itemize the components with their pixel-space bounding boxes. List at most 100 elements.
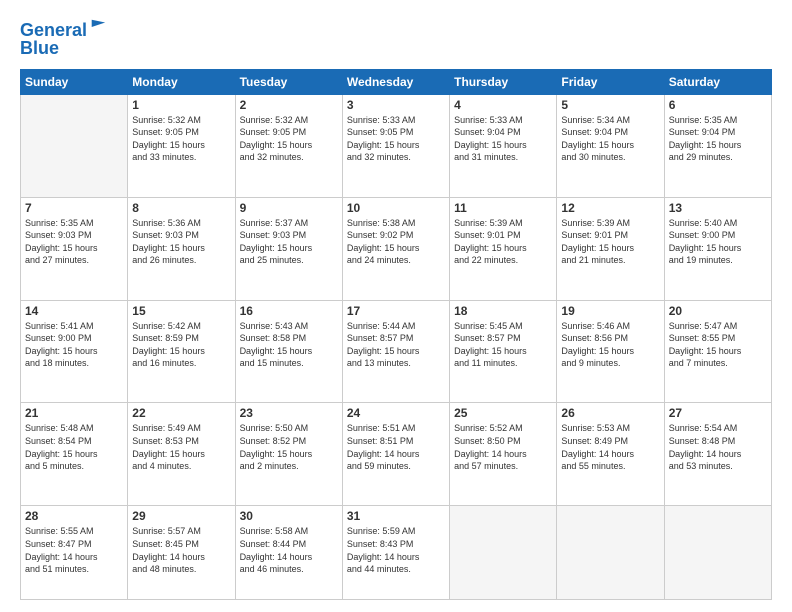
week-row-1: 1 Sunrise: 5:32 AM Sunset: 9:05 PM Daylig… — [21, 94, 772, 197]
day-number: 25 — [454, 406, 552, 420]
calendar-cell — [21, 94, 128, 197]
calendar-cell: 31Sunrise: 5:59 AM Sunset: 8:43 PM Dayli… — [342, 506, 449, 600]
day-number: 12 — [561, 201, 659, 215]
day-info: Sunrise: 5:36 AM Sunset: 9:03 PM Dayligh… — [132, 217, 230, 267]
calendar-cell: 8 Sunrise: 5:36 AM Sunset: 9:03 PM Daylig… — [128, 197, 235, 300]
day-number: 18 — [454, 304, 552, 318]
weekday-header-row: SundayMondayTuesdayWednesdayThursdayFrid… — [21, 69, 772, 94]
calendar-cell: 9 Sunrise: 5:37 AM Sunset: 9:03 PM Daylig… — [235, 197, 342, 300]
calendar-table: SundayMondayTuesdayWednesdayThursdayFrid… — [20, 69, 772, 600]
calendar-cell: 5Sunrise: 5:34 AM Sunset: 9:04 PM Daylig… — [557, 94, 664, 197]
calendar-cell: 12 Sunrise: 5:39 AM Sunset: 9:01 PM Dayli… — [557, 197, 664, 300]
day-info: Sunrise: 5:34 AM Sunset: 9:04 PM Dayligh… — [561, 114, 659, 164]
calendar-cell: 27Sunrise: 5:54 AM Sunset: 8:48 PM Dayli… — [664, 403, 771, 506]
day-info: Sunrise: 5:39 AM Sunset: 9:01 PM Dayligh… — [561, 217, 659, 267]
day-info: Sunrise: 5:37 AM Sunset: 9:03 PM Dayligh… — [240, 217, 338, 267]
day-info: Sunrise: 5:39 AM Sunset: 9:01 PM Dayligh… — [454, 217, 552, 267]
day-number: 26 — [561, 406, 659, 420]
calendar-cell: 14 Sunrise: 5:41 AM Sunset: 9:00 PM Dayli… — [21, 300, 128, 403]
day-number: 23 — [240, 406, 338, 420]
day-info: Sunrise: 5:35 AM Sunset: 9:04 PM Dayligh… — [669, 114, 767, 164]
week-row-5: 28 Sunrise: 5:55 AM Sunset: 8:47 PM Dayli… — [21, 506, 772, 600]
calendar-cell: 18 Sunrise: 5:45 AM Sunset: 8:57 PM Dayli… — [450, 300, 557, 403]
day-info: Sunrise: 5:38 AM Sunset: 9:02 PM Dayligh… — [347, 217, 445, 267]
day-number: 24 — [347, 406, 445, 420]
logo-area: General Blue — [20, 18, 107, 59]
day-info: Sunrise: 5:49 AM Sunset: 8:53 PM Dayligh… — [132, 422, 230, 472]
week-row-2: 7 Sunrise: 5:35 AM Sunset: 9:03 PM Daylig… — [21, 197, 772, 300]
weekday-header-saturday: Saturday — [664, 69, 771, 94]
day-info: Sunrise: 5:44 AM Sunset: 8:57 PM Dayligh… — [347, 320, 445, 370]
day-number: 16 — [240, 304, 338, 318]
calendar-cell: 29 Sunrise: 5:57 AM Sunset: 8:45 PM Dayli… — [128, 506, 235, 600]
day-number: 21 — [25, 406, 123, 420]
day-info: Sunrise: 5:48 AM Sunset: 8:54 PM Dayligh… — [25, 422, 123, 472]
day-info: Sunrise: 5:40 AM Sunset: 9:00 PM Dayligh… — [669, 217, 767, 267]
calendar-cell: 26 Sunrise: 5:53 AM Sunset: 8:49 PM Dayli… — [557, 403, 664, 506]
day-number: 10 — [347, 201, 445, 215]
day-number: 8 — [132, 201, 230, 215]
day-number: 19 — [561, 304, 659, 318]
day-number: 3 — [347, 98, 445, 112]
day-number: 7 — [25, 201, 123, 215]
day-info: Sunrise: 5:53 AM Sunset: 8:49 PM Dayligh… — [561, 422, 659, 472]
weekday-header-monday: Monday — [128, 69, 235, 94]
calendar-cell: 24 Sunrise: 5:51 AM Sunset: 8:51 PM Dayli… — [342, 403, 449, 506]
day-number: 6 — [669, 98, 767, 112]
calendar-cell: 15Sunrise: 5:42 AM Sunset: 8:59 PM Dayli… — [128, 300, 235, 403]
weekday-header-friday: Friday — [557, 69, 664, 94]
day-number: 11 — [454, 201, 552, 215]
calendar-cell: 30 Sunrise: 5:58 AM Sunset: 8:44 PM Dayli… — [235, 506, 342, 600]
day-info: Sunrise: 5:51 AM Sunset: 8:51 PM Dayligh… — [347, 422, 445, 472]
page: General Blue SundayMondayTuesdayWednesda… — [0, 0, 792, 612]
weekday-header-thursday: Thursday — [450, 69, 557, 94]
day-info: Sunrise: 5:33 AM Sunset: 9:04 PM Dayligh… — [454, 114, 552, 164]
calendar-cell: 6 Sunrise: 5:35 AM Sunset: 9:04 PM Daylig… — [664, 94, 771, 197]
day-info: Sunrise: 5:50 AM Sunset: 8:52 PM Dayligh… — [240, 422, 338, 472]
calendar-cell: 25Sunrise: 5:52 AM Sunset: 8:50 PM Dayli… — [450, 403, 557, 506]
calendar-cell: 7 Sunrise: 5:35 AM Sunset: 9:03 PM Daylig… — [21, 197, 128, 300]
calendar-cell — [664, 506, 771, 600]
day-number: 29 — [132, 509, 230, 523]
calendar-cell: 10 Sunrise: 5:38 AM Sunset: 9:02 PM Dayli… — [342, 197, 449, 300]
day-info: Sunrise: 5:45 AM Sunset: 8:57 PM Dayligh… — [454, 320, 552, 370]
calendar-cell: 28 Sunrise: 5:55 AM Sunset: 8:47 PM Dayli… — [21, 506, 128, 600]
calendar-cell: 22 Sunrise: 5:49 AM Sunset: 8:53 PM Dayli… — [128, 403, 235, 506]
day-number: 9 — [240, 201, 338, 215]
day-info: Sunrise: 5:59 AM Sunset: 8:43 PM Dayligh… — [347, 525, 445, 575]
day-info: Sunrise: 5:33 AM Sunset: 9:05 PM Dayligh… — [347, 114, 445, 164]
calendar-cell: 2 Sunrise: 5:32 AM Sunset: 9:05 PM Daylig… — [235, 94, 342, 197]
weekday-header-sunday: Sunday — [21, 69, 128, 94]
day-info: Sunrise: 5:41 AM Sunset: 9:00 PM Dayligh… — [25, 320, 123, 370]
day-number: 22 — [132, 406, 230, 420]
weekday-header-wednesday: Wednesday — [342, 69, 449, 94]
day-info: Sunrise: 5:32 AM Sunset: 9:05 PM Dayligh… — [240, 114, 338, 164]
day-number: 2 — [240, 98, 338, 112]
week-row-3: 14 Sunrise: 5:41 AM Sunset: 9:00 PM Dayli… — [21, 300, 772, 403]
calendar-cell: 20Sunrise: 5:47 AM Sunset: 8:55 PM Dayli… — [664, 300, 771, 403]
day-info: Sunrise: 5:57 AM Sunset: 8:45 PM Dayligh… — [132, 525, 230, 575]
day-number: 17 — [347, 304, 445, 318]
logo-flag-icon — [89, 18, 107, 36]
calendar-cell: 19 Sunrise: 5:46 AM Sunset: 8:56 PM Dayli… — [557, 300, 664, 403]
day-number: 13 — [669, 201, 767, 215]
calendar-cell: 21 Sunrise: 5:48 AM Sunset: 8:54 PM Dayli… — [21, 403, 128, 506]
weekday-header-tuesday: Tuesday — [235, 69, 342, 94]
day-info: Sunrise: 5:58 AM Sunset: 8:44 PM Dayligh… — [240, 525, 338, 575]
day-number: 28 — [25, 509, 123, 523]
header: General Blue — [20, 18, 772, 59]
day-number: 30 — [240, 509, 338, 523]
day-number: 1 — [132, 98, 230, 112]
calendar-cell: 17 Sunrise: 5:44 AM Sunset: 8:57 PM Dayli… — [342, 300, 449, 403]
day-info: Sunrise: 5:46 AM Sunset: 8:56 PM Dayligh… — [561, 320, 659, 370]
day-info: Sunrise: 5:54 AM Sunset: 8:48 PM Dayligh… — [669, 422, 767, 472]
calendar-cell: 16 Sunrise: 5:43 AM Sunset: 8:58 PM Dayli… — [235, 300, 342, 403]
day-info: Sunrise: 5:43 AM Sunset: 8:58 PM Dayligh… — [240, 320, 338, 370]
day-number: 20 — [669, 304, 767, 318]
day-number: 15 — [132, 304, 230, 318]
day-info: Sunrise: 5:35 AM Sunset: 9:03 PM Dayligh… — [25, 217, 123, 267]
day-info: Sunrise: 5:55 AM Sunset: 8:47 PM Dayligh… — [25, 525, 123, 575]
calendar-cell — [557, 506, 664, 600]
calendar-cell: 13 Sunrise: 5:40 AM Sunset: 9:00 PM Dayli… — [664, 197, 771, 300]
day-number: 14 — [25, 304, 123, 318]
